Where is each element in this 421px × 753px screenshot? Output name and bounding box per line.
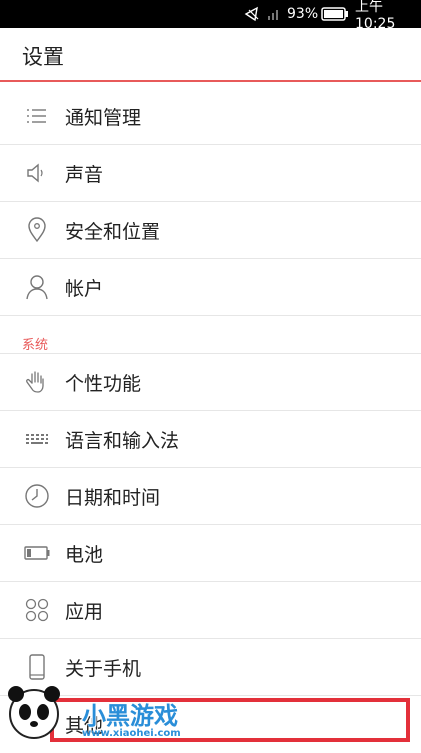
settings-item-date-time[interactable]: 日期和时间 xyxy=(0,468,421,525)
vibrate-off-icon xyxy=(244,6,259,22)
person-icon xyxy=(26,275,48,300)
location-pin-icon xyxy=(28,217,46,243)
speaker-icon xyxy=(27,163,43,183)
settings-item-label: 语言和输入法 xyxy=(65,430,180,452)
list-icon xyxy=(27,109,46,123)
signal-icon xyxy=(268,10,278,20)
apps-icon xyxy=(25,598,49,622)
settings-item-label: 电池 xyxy=(65,544,104,566)
settings-item-label: 个性功能 xyxy=(65,373,142,395)
settings-item-label: 声音 xyxy=(65,164,104,186)
section-label: 系统 xyxy=(22,338,49,353)
settings-item-apps[interactable]: 应用 xyxy=(0,582,421,639)
header: 设置 xyxy=(0,28,421,82)
settings-item-battery[interactable]: 电池 xyxy=(0,525,421,582)
watermark-logo: 小黑游戏 www.xiaohei.com xyxy=(0,670,200,744)
settings-item-label: 帐户 xyxy=(65,278,104,300)
settings-item-label: 应用 xyxy=(65,601,104,623)
watermark-url: www.xiaohei.com xyxy=(82,728,181,739)
settings-item-notifications[interactable]: 通知管理 xyxy=(0,88,421,145)
settings-item-label: 日期和时间 xyxy=(65,487,161,509)
settings-item-sound[interactable]: 声音 xyxy=(0,145,421,202)
settings-item-label: 安全和位置 xyxy=(65,221,161,243)
keyboard-icon xyxy=(26,434,48,444)
section-header-system: 系统 xyxy=(0,330,421,354)
status-bar: 93% 上午10:25 xyxy=(0,0,421,32)
clock-text: 上午10:25 xyxy=(355,0,396,32)
page-title: 设置 xyxy=(22,45,64,69)
settings-item-personal-features[interactable]: 个性功能 xyxy=(0,354,421,411)
battery-status-icon xyxy=(321,7,348,21)
battery-percent: 93% xyxy=(287,6,319,22)
watermark-title: 小黑游戏 xyxy=(82,702,178,730)
settings-item-label: 通知管理 xyxy=(65,107,142,129)
hand-icon xyxy=(26,371,44,393)
clock-icon xyxy=(25,484,49,508)
battery-icon xyxy=(24,546,50,560)
settings-item-language-input[interactable]: 语言和输入法 xyxy=(0,411,421,468)
settings-item-accounts[interactable]: 帐户 xyxy=(0,259,421,316)
settings-item-security-location[interactable]: 安全和位置 xyxy=(0,202,421,259)
